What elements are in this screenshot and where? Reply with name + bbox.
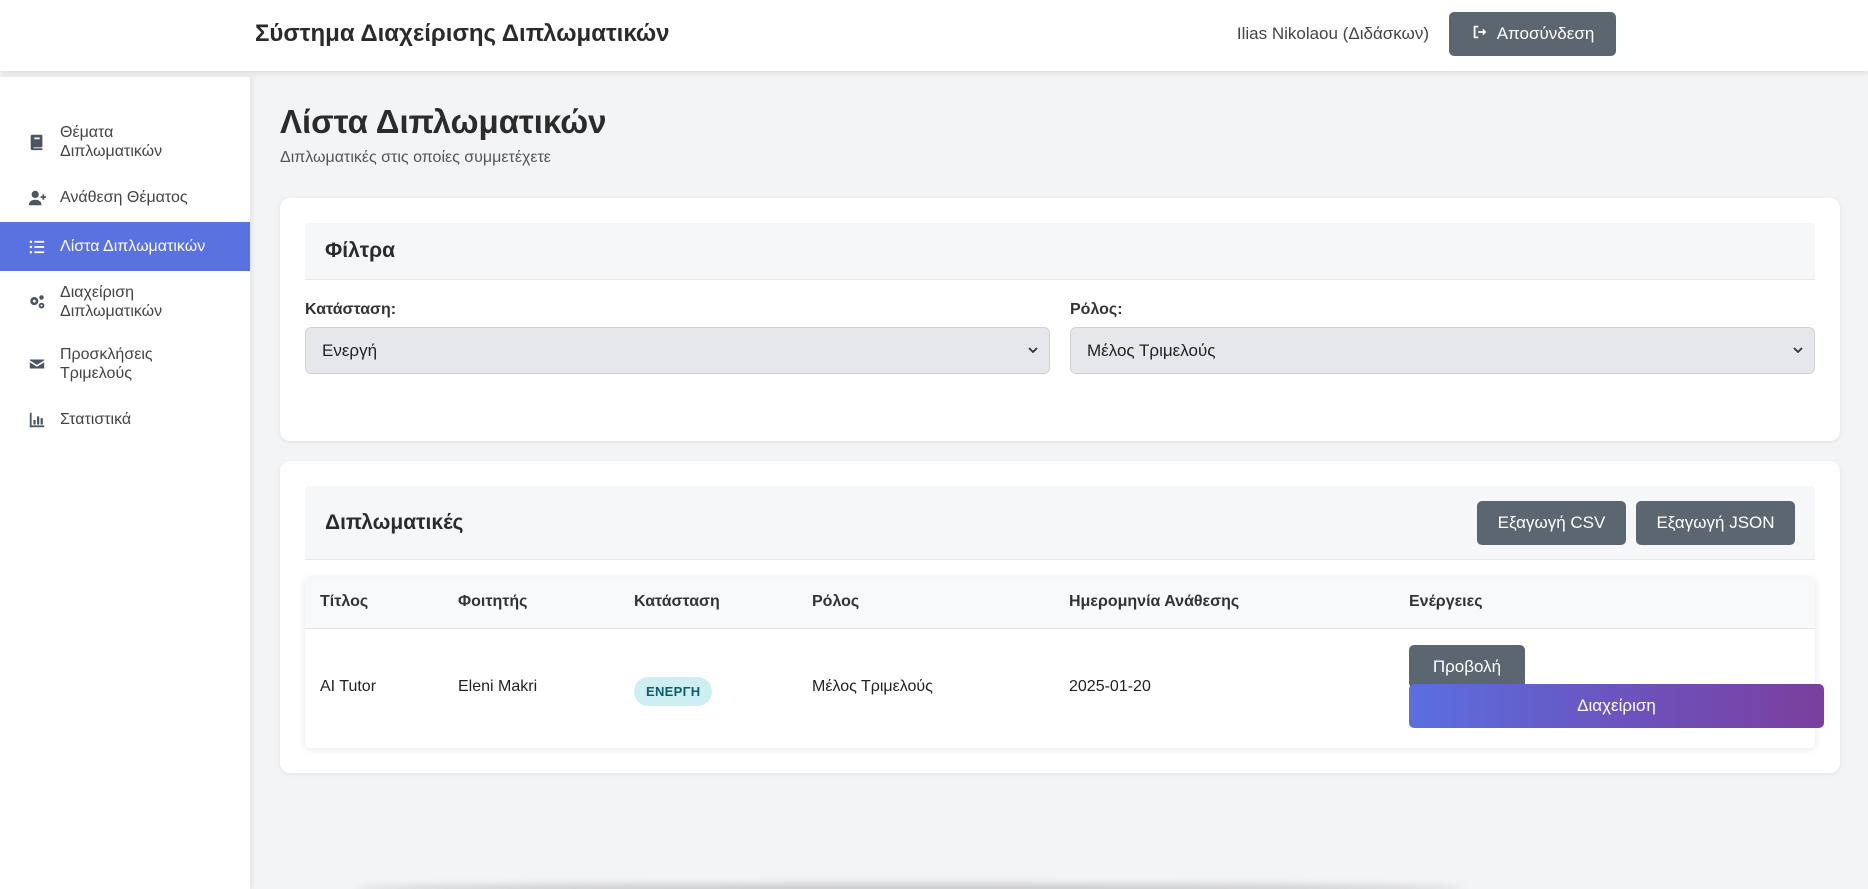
export-csv-button[interactable]: Εξαγωγή CSV bbox=[1477, 501, 1626, 545]
sidebar-item-thesis-list[interactable]: Λίστα Διπλωματικών bbox=[0, 222, 250, 271]
logout-icon bbox=[1471, 23, 1489, 46]
column-header-student: Φοιτητής bbox=[458, 593, 528, 610]
thesis-list-title: Διπλωματικές bbox=[325, 511, 464, 534]
sidebar-item-assign-topic[interactable]: Ανάθεση Θέματος bbox=[0, 173, 250, 222]
sidebar-item-statistics[interactable]: Στατιστικά bbox=[0, 395, 250, 444]
sidebar-item-committee-invitations[interactable]: Προσκλήσεις Τριμελούς bbox=[0, 333, 250, 395]
filters-card-header: Φίλτρα bbox=[305, 223, 1815, 280]
gears-icon bbox=[28, 293, 46, 311]
chevron-down-icon bbox=[1027, 341, 1039, 361]
cell-student: Eleni Makri bbox=[458, 678, 538, 695]
sidebar-item-label: Διαχείριση Διπλωματικών bbox=[60, 284, 163, 320]
view-button[interactable]: Προβολή bbox=[1409, 645, 1525, 688]
sidebar-item-label: Λίστα Διπλωματικών bbox=[60, 238, 206, 255]
status-select[interactable]: Ενεργή bbox=[305, 327, 1050, 374]
column-header-status: Κατάσταση bbox=[634, 593, 720, 610]
logout-button[interactable]: Αποσύνδεση bbox=[1449, 12, 1616, 56]
filters-title: Φίλτρα bbox=[325, 239, 396, 262]
chevron-down-icon bbox=[1792, 341, 1804, 361]
user-plus-icon bbox=[28, 189, 46, 207]
filters-card: Φίλτρα Κατάσταση: Ενεργή Ρόλος: Μέλος Τρ… bbox=[280, 198, 1840, 441]
sidebar: Θέματα Διπλωματικών Ανάθεση Θέματος Λίστ… bbox=[0, 77, 250, 889]
page-subtitle: Διπλωματικές στις οποίες συμμετέχετε bbox=[280, 149, 551, 166]
status-filter-label: Κατάσταση: bbox=[305, 301, 397, 318]
status-badge: ΕΝΕΡΓΗ bbox=[634, 677, 713, 706]
column-header-role: Ρόλος bbox=[812, 593, 860, 610]
role-filter-label: Ρόλος: bbox=[1070, 301, 1123, 318]
bottom-shadow bbox=[355, 884, 1465, 889]
status-filter-group: Κατάσταση: Ενεργή bbox=[305, 301, 1050, 374]
cell-role: Μέλος Τριμελούς bbox=[812, 678, 933, 695]
logout-label: Αποσύνδεση bbox=[1496, 24, 1595, 43]
role-select-value: Μέλος Τριμελούς bbox=[1087, 340, 1216, 360]
sidebar-item-label: Προσκλήσεις Τριμελούς bbox=[60, 346, 153, 382]
export-json-button[interactable]: Εξαγωγή JSON bbox=[1636, 501, 1795, 545]
sidebar-item-thesis-management[interactable]: Διαχείριση Διπλωματικών bbox=[0, 271, 250, 333]
thesis-table: Τίτλος Φοιτητής Κατάσταση Ρόλος Ημερομην… bbox=[305, 578, 1824, 748]
envelope-icon bbox=[28, 355, 46, 373]
role-filter-group: Ρόλος: Μέλος Τριμελούς bbox=[1070, 301, 1815, 374]
manage-button[interactable]: Διαχείριση bbox=[1409, 684, 1824, 728]
cell-title: AI Tutor bbox=[320, 678, 377, 695]
book-icon bbox=[28, 133, 46, 151]
chart-bar-icon bbox=[28, 411, 46, 429]
sidebar-item-label: Ανάθεση Θέματος bbox=[60, 189, 188, 206]
cell-assignment-date: 2025-01-20 bbox=[1069, 678, 1151, 695]
table-header-row: Τίτλος Φοιτητής Κατάσταση Ρόλος Ημερομην… bbox=[305, 578, 1815, 629]
status-select-value: Ενεργή bbox=[322, 340, 378, 360]
thesis-list-card: Διπλωματικές Εξαγωγή CSV Εξαγωγή JSON Τί… bbox=[280, 461, 1840, 773]
sidebar-item-label: Θέματα Διπλωματικών bbox=[60, 124, 163, 160]
page-title: Λίστα Διπλωματικών bbox=[280, 103, 607, 140]
column-header-actions: Ενέργειες bbox=[1409, 593, 1483, 610]
list-icon bbox=[28, 238, 46, 256]
app-title: Σύστημα Διαχείρισης Διπλωματικών bbox=[255, 20, 670, 47]
sidebar-item-label: Στατιστικά bbox=[60, 411, 132, 428]
role-select[interactable]: Μέλος Τριμελούς bbox=[1070, 327, 1815, 374]
top-header: Σύστημα Διαχείρισης Διπλωματικών Ilias N… bbox=[0, 0, 1868, 71]
column-header-assignment-date: Ημερομηνία Ανάθεσης bbox=[1069, 593, 1240, 610]
thesis-list-header: Διπλωματικές Εξαγωγή CSV Εξαγωγή JSON bbox=[305, 486, 1815, 560]
column-header-title: Τίτλος bbox=[320, 593, 369, 610]
current-user: Ilias Nikolaou (Διδάσκων) bbox=[1236, 24, 1429, 43]
sidebar-item-thesis-topics[interactable]: Θέματα Διπλωματικών bbox=[0, 111, 250, 173]
